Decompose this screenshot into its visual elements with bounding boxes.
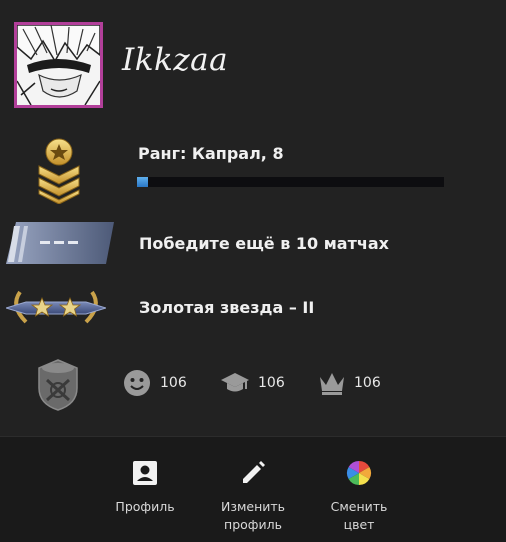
wins-needed-label: Победите ещё в 10 матчах <box>139 234 389 253</box>
teacher-count: 106 <box>258 375 285 391</box>
avatar[interactable] <box>14 22 103 108</box>
change-color-button[interactable]: Сменить цвет <box>318 437 400 542</box>
avatar-image <box>17 25 100 105</box>
friendly-count: 106 <box>160 375 187 391</box>
xp-progress-bar <box>137 177 444 187</box>
profile-button[interactable]: Профиль <box>104 437 186 542</box>
color-wheel-icon <box>345 459 373 487</box>
bottom-action-bar: Профиль Изменить профиль Сменить цвет <box>0 436 506 542</box>
profile-button-label: Профиль <box>115 499 175 514</box>
edit-profile-button-label: Изменить профиль <box>220 499 286 532</box>
username: Ikkzaa <box>122 42 229 78</box>
xp-progress-fill <box>137 177 148 187</box>
graduation-cap-icon <box>221 369 249 397</box>
edit-profile-button[interactable]: Изменить профиль <box>212 437 294 542</box>
service-medal-icon <box>33 358 83 412</box>
smiley-icon <box>123 369 151 397</box>
gold-star-laurel-icon <box>4 286 108 328</box>
skill-group-banner-icon <box>6 222 114 264</box>
leader-count: 106 <box>354 375 381 391</box>
account-box-icon <box>131 459 159 487</box>
gold-chevron-star-icon <box>36 138 82 205</box>
profile-rank-label: Золотая звезда – II <box>139 298 315 317</box>
crown-icon <box>318 369 346 397</box>
rank-label: Ранг: Капрал, 8 <box>138 144 284 163</box>
change-color-button-label: Сменить цвет <box>330 499 388 532</box>
pencil-icon <box>239 459 267 487</box>
